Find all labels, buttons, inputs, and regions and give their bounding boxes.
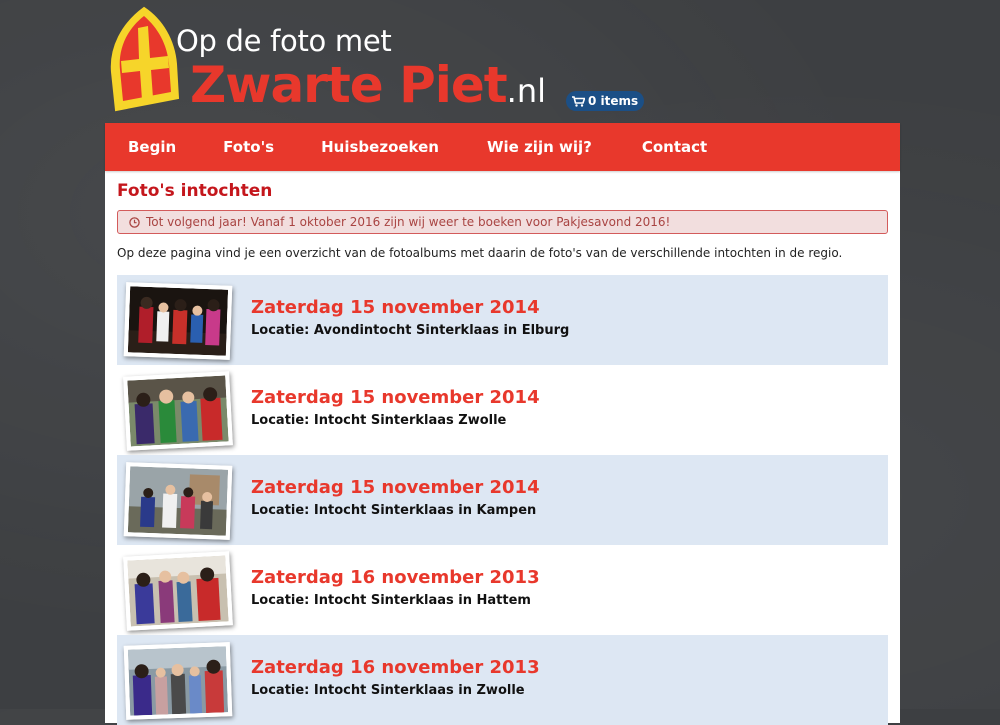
photo-thumbnail[interactable] [123, 371, 233, 451]
shopping-cart-icon [572, 95, 585, 107]
album-location: Locatie: Intocht Sinterklaas in Kampen [251, 502, 537, 518]
logo-wordmark[interactable]: Zwarte Piet.nl [190, 56, 546, 114]
album-thumbnail[interactable] [117, 275, 237, 365]
album-date[interactable]: Zaterdag 16 november 2013 [251, 567, 540, 589]
photo-thumbnail[interactable] [123, 551, 233, 631]
logo-main-text: Zwarte Piet [190, 56, 508, 114]
list-item[interactable]: Zaterdag 15 november 2014 Locatie: Avond… [117, 275, 888, 365]
logo-tagline: Op de foto met [176, 24, 392, 58]
group-photo-icon [127, 286, 229, 356]
group-photo-icon [127, 375, 229, 447]
main-nav: Begin Foto's Huisbezoeken Wie zijn wij? … [105, 123, 900, 171]
list-item[interactable]: Zaterdag 16 november 2013 Locatie: Intoc… [117, 635, 888, 725]
nav-item-huisbezoeken[interactable]: Huisbezoeken [321, 138, 439, 156]
album-date[interactable]: Zaterdag 15 november 2014 [251, 477, 540, 499]
logo-tld-text: .nl [506, 72, 547, 110]
album-info: Zaterdag 16 november 2013 Locatie: Intoc… [251, 657, 540, 698]
album-thumbnail[interactable] [117, 545, 237, 635]
photo-thumbnail[interactable] [123, 462, 233, 540]
list-item[interactable]: Zaterdag 16 november 2013 Locatie: Intoc… [117, 545, 888, 635]
clock-icon [129, 216, 140, 228]
album-thumbnail[interactable] [117, 635, 237, 725]
group-photo-icon [127, 646, 229, 716]
album-location: Locatie: Avondintocht Sinterklaas in Elb… [251, 322, 570, 338]
list-item[interactable]: Zaterdag 15 november 2014 Locatie: Intoc… [117, 365, 888, 455]
intro-text: Op deze pagina vind je een overzicht van… [117, 246, 843, 260]
nav-item-wie-zijn-wij[interactable]: Wie zijn wij? [487, 138, 592, 156]
album-info: Zaterdag 16 november 2013 Locatie: Intoc… [251, 567, 540, 608]
album-info: Zaterdag 15 november 2014 Locatie: Intoc… [251, 477, 540, 518]
nav-item-fotos[interactable]: Foto's [223, 138, 274, 156]
nav-item-contact[interactable]: Contact [642, 138, 707, 156]
photo-thumbnail[interactable] [123, 642, 233, 720]
album-list: Zaterdag 15 november 2014 Locatie: Avond… [117, 275, 888, 725]
site-header: Op de foto met Zwarte Piet.nl 0 items [0, 0, 1000, 122]
list-item[interactable]: Zaterdag 15 november 2014 Locatie: Intoc… [117, 455, 888, 545]
group-photo-icon [127, 555, 229, 627]
cart-count: 0 items [588, 94, 639, 108]
alert-text: Tot volgend jaar! Vanaf 1 oktober 2016 z… [146, 215, 671, 229]
album-info: Zaterdag 15 november 2014 Locatie: Intoc… [251, 387, 540, 428]
album-location: Locatie: Intocht Sinterklaas in Hattem [251, 592, 531, 608]
alert-banner: Tot volgend jaar! Vanaf 1 oktober 2016 z… [117, 210, 888, 234]
album-location: Locatie: Intocht Sinterklaas Zwolle [251, 412, 507, 428]
album-location: Locatie: Intocht Sinterklaas in Zwolle [251, 682, 525, 698]
content-area: Foto's intochten Tot volgend jaar! Vanaf… [105, 180, 900, 725]
main-page: Begin Foto's Huisbezoeken Wie zijn wij? … [105, 123, 900, 725]
album-thumbnail[interactable] [117, 455, 237, 545]
album-info: Zaterdag 15 november 2014 Locatie: Avond… [251, 297, 570, 338]
album-date[interactable]: Zaterdag 15 november 2014 [251, 297, 569, 319]
photo-thumbnail[interactable] [123, 282, 233, 360]
page-title: Foto's intochten [117, 181, 273, 201]
album-thumbnail[interactable] [117, 365, 237, 455]
album-date[interactable]: Zaterdag 15 november 2014 [251, 387, 540, 409]
mitre-logo-icon[interactable] [104, 6, 184, 114]
nav-item-begin[interactable]: Begin [128, 138, 176, 156]
group-photo-icon [127, 466, 229, 536]
cart-button[interactable]: 0 items [566, 91, 645, 111]
album-date[interactable]: Zaterdag 16 november 2013 [251, 657, 540, 679]
